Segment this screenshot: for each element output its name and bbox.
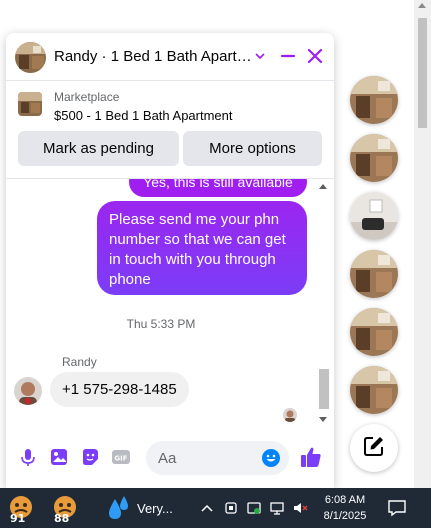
- outgoing-message: Please send me your phn number so that w…: [97, 201, 307, 295]
- sticker-icon[interactable]: [80, 447, 100, 467]
- scroll-up-arrow[interactable]: [418, 3, 426, 8]
- notification-icon[interactable]: [387, 499, 407, 517]
- taskbar-app[interactable]: 88: [50, 493, 80, 525]
- close-icon[interactable]: [306, 47, 324, 65]
- like-icon[interactable]: [299, 445, 323, 469]
- scrollbar-thumb[interactable]: [319, 369, 329, 409]
- taskbar-badge: 91: [10, 512, 26, 525]
- chevron-up-icon[interactable]: [199, 500, 215, 516]
- chat-header: Randy · 1 Bed 1 Bath Apart…: [6, 33, 334, 81]
- weather-icon[interactable]: [106, 493, 132, 523]
- marketplace-panel: Marketplace $500 - 1 Bed 1 Bath Apartmen…: [6, 82, 334, 178]
- chat-title[interactable]: Randy · 1 Bed 1 Bath Apart…: [54, 48, 252, 65]
- tray-icon[interactable]: [246, 500, 262, 516]
- system-clock[interactable]: 6:08 AM 8/1/2025: [318, 492, 372, 524]
- message-list: Yes, this is still available Please send…: [6, 178, 334, 428]
- mic-icon[interactable]: [18, 447, 38, 467]
- chat-head[interactable]: [350, 366, 398, 414]
- image-icon[interactable]: [49, 447, 69, 467]
- incoming-message: +1 575-298-1485: [50, 372, 189, 407]
- minimize-icon[interactable]: [279, 47, 297, 65]
- scrollbar-thumb[interactable]: [418, 18, 427, 128]
- sender-name: Randy: [62, 355, 97, 369]
- taskbar: 91 88 Very... 6:08 AM 8/1/2025: [0, 488, 431, 528]
- mark-as-pending-button[interactable]: Mark as pending: [18, 131, 179, 166]
- taskbar-badge: 88: [54, 512, 70, 525]
- seen-avatar: [283, 408, 297, 422]
- outgoing-message: Yes, this is still available: [129, 179, 307, 197]
- more-options-button[interactable]: More options: [183, 131, 322, 166]
- listing-thumbnail[interactable]: [18, 92, 42, 116]
- listing-avatar[interactable]: [15, 42, 46, 73]
- compose-icon: [363, 435, 385, 462]
- gif-icon[interactable]: GIF: [111, 447, 131, 467]
- chat-head[interactable]: [350, 76, 398, 124]
- scroll-up-arrow[interactable]: [319, 184, 327, 189]
- message-timestamp: Thu 5:33 PM: [126, 317, 196, 331]
- taskbar-app[interactable]: 91: [6, 493, 36, 525]
- page-scrollbar[interactable]: [414, 0, 431, 488]
- chat-head[interactable]: [350, 134, 398, 182]
- composer: GIF Aa: [6, 433, 334, 483]
- svg-text:GIF: GIF: [114, 455, 127, 463]
- listing-title[interactable]: $500 - 1 Bed 1 Bath Apartment: [54, 108, 233, 123]
- chat-head[interactable]: [350, 250, 398, 298]
- network-icon[interactable]: [269, 500, 285, 516]
- tray-icon[interactable]: [223, 500, 239, 516]
- marketplace-label: Marketplace: [54, 90, 120, 104]
- chat-head[interactable]: [350, 192, 398, 240]
- sender-avatar[interactable]: [14, 377, 42, 405]
- chevron-down-icon[interactable]: [253, 49, 267, 63]
- clock-date: 8/1/2025: [323, 510, 367, 522]
- clock-time: 6:08 AM: [324, 494, 366, 506]
- volume-muted-icon[interactable]: [292, 500, 308, 516]
- chat-head[interactable]: [350, 308, 398, 356]
- chat-window: Randy · 1 Bed 1 Bath Apart… Marketplace …: [6, 33, 334, 488]
- weather-text[interactable]: Very...: [137, 501, 173, 516]
- emoji-icon[interactable]: [261, 448, 281, 468]
- scroll-down-arrow[interactable]: [319, 417, 327, 422]
- new-message-button[interactable]: [350, 424, 398, 472]
- message-scrollbar[interactable]: [316, 179, 330, 428]
